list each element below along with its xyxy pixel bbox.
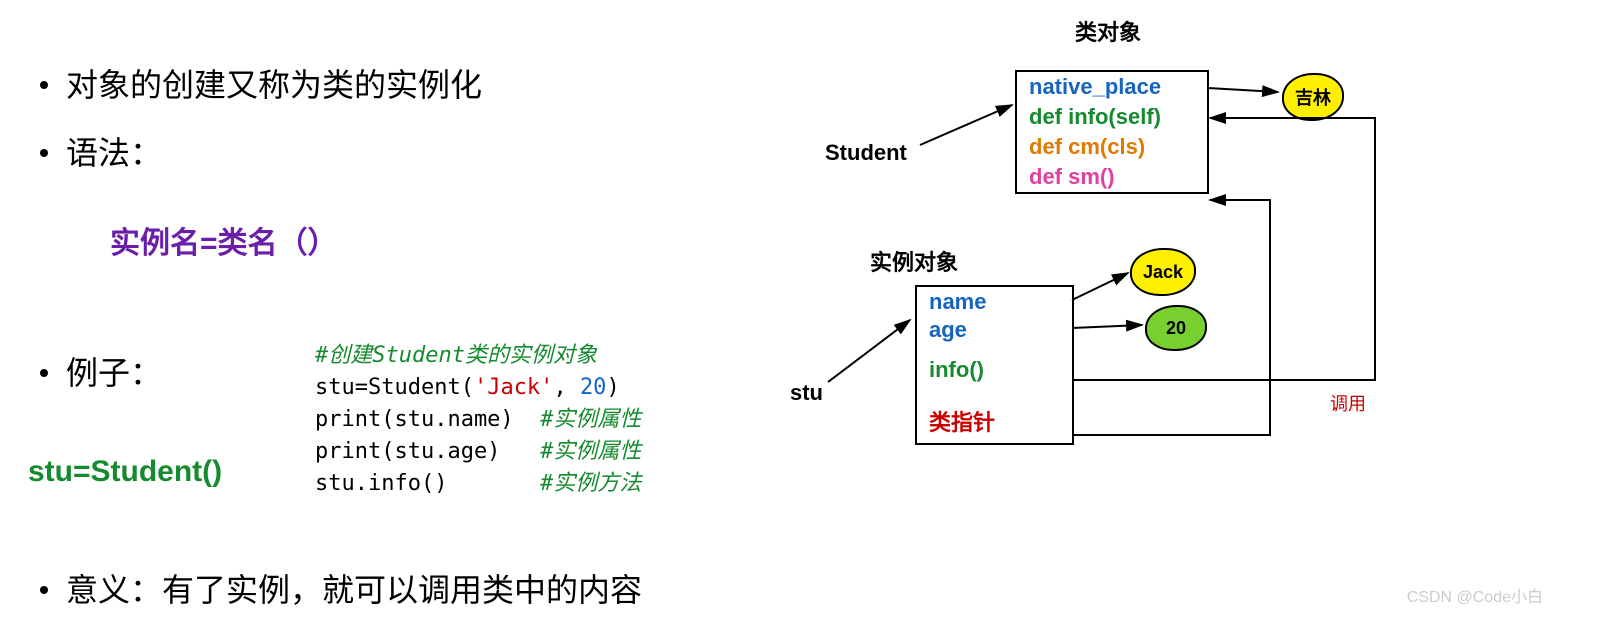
- code-block: #创建Student类的实例对象 stu=Student('Jack', 20)…: [315, 340, 641, 500]
- bullet-dot: [40, 149, 48, 157]
- watermark: CSDN @Code小白: [1407, 583, 1543, 607]
- bullet-1: 对象的创建又称为类的实例化: [40, 60, 482, 106]
- bullet-2: 语法：: [40, 128, 162, 174]
- code-sep: ,: [553, 375, 580, 400]
- bullet-dot: [40, 81, 48, 89]
- bullet-dot: [40, 369, 48, 377]
- student-call: stu=Student(): [28, 455, 222, 489]
- code-print-age: print(stu.age): [315, 439, 500, 464]
- bullet-3-text: 例子：: [66, 355, 162, 391]
- code-cmt-4: #实例属性: [540, 439, 641, 464]
- bullet-2-text: 语法：: [66, 135, 162, 171]
- bullet-4: 意义：有了实例，就可以调用类中的内容: [40, 565, 642, 611]
- code-num-20: 20: [580, 375, 607, 400]
- page-root: 对象的创建又称为类的实例化 语法： 实例名=类名（） 例子： stu=Stude…: [0, 0, 1603, 622]
- bullet-3: 例子：: [40, 348, 162, 394]
- code-close: ): [606, 375, 619, 400]
- diagram: 类对象 实例对象 Student stu native_place def in…: [790, 10, 1580, 490]
- bullet-1-text: 对象的创建又称为类的实例化: [66, 67, 482, 103]
- bullet-dot: [40, 586, 48, 594]
- bullet-4-text: 意义：有了实例，就可以调用类中的内容: [66, 572, 642, 608]
- code-cmt-5: #实例方法: [540, 471, 641, 496]
- code-comment-1: #创建Student类的实例对象: [315, 343, 597, 368]
- arrows-layer: [790, 10, 1580, 490]
- code-str-jack: 'Jack': [474, 375, 553, 400]
- code-print-name: print(stu.name): [315, 407, 514, 432]
- syntax-line: 实例名=类名（）: [110, 218, 338, 262]
- code-stu-info: stu.info(): [315, 471, 447, 496]
- code-cmt-3: #实例属性: [540, 407, 641, 432]
- code-stu-assign: stu=Student(: [315, 375, 474, 400]
